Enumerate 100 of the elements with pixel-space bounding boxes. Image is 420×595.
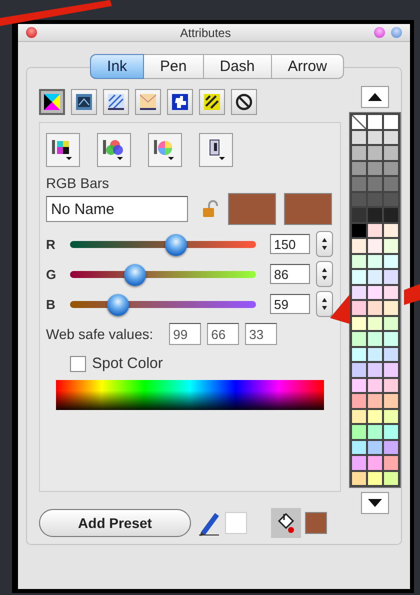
color-well[interactable] [228, 193, 276, 225]
palette-swatch[interactable] [352, 332, 366, 346]
palette-swatch[interactable] [368, 254, 382, 268]
palette-swatch[interactable] [368, 394, 382, 408]
palette-swatch[interactable] [368, 208, 382, 222]
palette-swatch[interactable] [384, 348, 398, 361]
stroke-color-swatch[interactable] [225, 512, 247, 534]
palette-swatch[interactable] [352, 224, 366, 237]
palette-swatch[interactable] [368, 177, 382, 190]
palette-swatch[interactable] [352, 254, 366, 268]
paint-bucket-icon[interactable] [271, 508, 301, 538]
texture-fill-icon[interactable] [135, 89, 161, 115]
add-preset-button[interactable]: Add Preset [39, 509, 191, 537]
palette-swatch[interactable] [352, 239, 366, 252]
close-button[interactable] [26, 27, 37, 38]
palette-swatch[interactable] [352, 410, 366, 423]
value-field[interactable]: 150 [270, 234, 310, 254]
palette-swatch[interactable] [384, 239, 398, 252]
palette-swatch[interactable] [384, 208, 398, 222]
web-safe-field[interactable]: 99 [169, 323, 202, 345]
palette-swatch[interactable] [384, 192, 398, 206]
no-color-swatch[interactable] [352, 115, 366, 128]
palette-swatch[interactable] [368, 286, 382, 299]
up-arrow-icon[interactable] [367, 92, 383, 102]
tile-fill-icon[interactable] [199, 89, 225, 115]
color-spectrum[interactable] [56, 380, 324, 410]
checkbox[interactable] [70, 356, 86, 372]
name-field[interactable]: No Name [46, 196, 188, 222]
palette-swatch[interactable] [368, 224, 382, 237]
palette-swatch[interactable] [384, 286, 398, 299]
palette-swatch[interactable] [384, 456, 398, 470]
slider-thumb[interactable] [165, 234, 188, 256]
web-safe-field[interactable]: 66 [207, 323, 240, 345]
palette-swatch[interactable] [352, 440, 366, 454]
tab[interactable]: Ink [90, 54, 144, 79]
palette-swatch[interactable] [352, 472, 366, 485]
palette-swatch[interactable] [352, 348, 366, 361]
palette-swatch[interactable] [384, 130, 398, 144]
value-field[interactable]: 86 [270, 264, 310, 284]
down-arrow-icon[interactable] [367, 498, 383, 508]
web-safe-field[interactable]: 33 [245, 323, 278, 345]
palette-swatch[interactable] [384, 472, 398, 485]
palette-swatch[interactable] [368, 316, 382, 330]
color-well[interactable] [284, 193, 332, 225]
palette-swatch[interactable] [352, 378, 366, 392]
toolbar-toggle-button[interactable] [374, 27, 385, 38]
tab[interactable]: Dash [204, 54, 272, 79]
palette-swatch[interactable] [368, 472, 382, 485]
palette-swatch[interactable] [352, 177, 366, 190]
color-wheel-icon[interactable] [148, 133, 182, 167]
palette-swatch[interactable] [352, 286, 366, 299]
grayscale-icon[interactable] [199, 133, 233, 167]
palette-swatch[interactable] [368, 115, 382, 128]
palette-swatch[interactable] [368, 440, 382, 454]
palette-swatch[interactable] [384, 332, 398, 346]
palette-swatch[interactable] [352, 146, 366, 160]
slider-thumb[interactable] [107, 294, 130, 316]
palette-swatch[interactable] [368, 332, 382, 346]
palette-swatch[interactable] [352, 425, 366, 438]
palette-swatch[interactable] [352, 456, 366, 470]
palette-swatch[interactable] [368, 146, 382, 160]
palette-swatch[interactable] [368, 130, 382, 144]
palette-swatch[interactable] [384, 301, 398, 314]
palette-swatch[interactable] [384, 115, 398, 128]
palette-swatch[interactable] [368, 192, 382, 206]
palette-swatch[interactable] [352, 162, 366, 175]
palette-swatch[interactable] [352, 394, 366, 408]
palette-swatch[interactable] [368, 301, 382, 314]
cmyk-fill-icon[interactable] [39, 89, 65, 115]
palette-swatch[interactable] [352, 301, 366, 314]
slider-thumb[interactable] [124, 264, 146, 286]
scroll-up-button[interactable] [361, 86, 389, 108]
palette-swatch[interactable] [368, 410, 382, 423]
no-fill-icon[interactable] [231, 89, 257, 115]
palette-swatch[interactable] [384, 162, 398, 175]
palette-swatch[interactable] [352, 130, 366, 144]
palette-swatch[interactable] [384, 224, 398, 237]
palette-swatch[interactable] [384, 410, 398, 423]
tab[interactable]: Pen [144, 54, 204, 79]
pattern-fill-icon[interactable] [167, 89, 193, 115]
value-field[interactable]: 59 [270, 294, 310, 314]
scroll-down-button[interactable] [361, 492, 389, 514]
palette-swatch[interactable] [384, 146, 398, 160]
palette-swatch[interactable] [384, 316, 398, 330]
palette-swatch[interactable] [384, 425, 398, 438]
gradient-fill-icon[interactable] [71, 89, 97, 115]
palette-swatch[interactable] [384, 378, 398, 392]
palette-swatch[interactable] [368, 162, 382, 175]
palette-swatch[interactable] [352, 316, 366, 330]
palette-swatch[interactable] [368, 425, 382, 438]
hatch-fill-icon[interactable] [103, 89, 129, 115]
palette-swatch[interactable] [384, 270, 398, 284]
palette-swatch[interactable] [368, 270, 382, 284]
palette-swatch[interactable] [384, 440, 398, 454]
palette-swatch[interactable] [352, 270, 366, 284]
pencil-icon[interactable] [197, 510, 221, 536]
tab[interactable]: Arrow [272, 54, 344, 79]
palette-swatch[interactable] [384, 254, 398, 268]
cmyk-swatch-icon[interactable] [46, 133, 80, 167]
palette-swatch[interactable] [368, 239, 382, 252]
